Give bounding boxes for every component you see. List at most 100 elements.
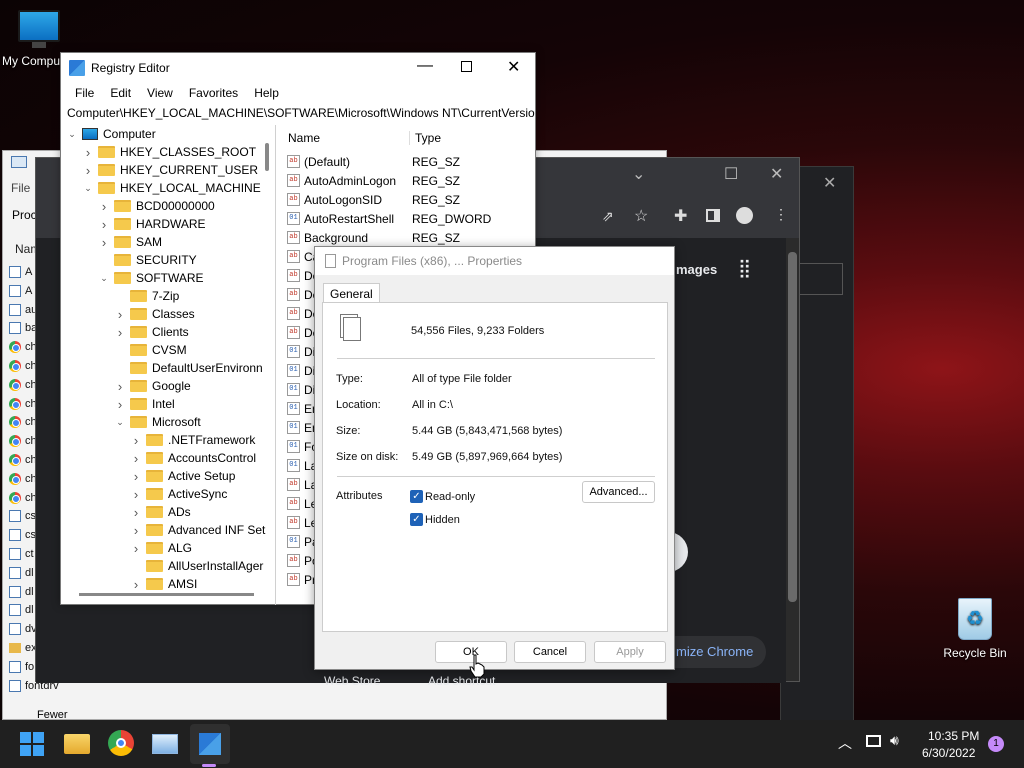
value-row[interactable]: 01 AutoRestartShell REG_DWORD xyxy=(287,209,491,228)
tree-node[interactable]: › SAM xyxy=(99,233,162,251)
chevron-right-icon[interactable]: › xyxy=(83,145,93,160)
web-store-shortcut[interactable]: Web Store xyxy=(324,674,380,688)
readonly-label[interactable]: Read-only xyxy=(425,491,475,503)
tree-scrollbar[interactable] xyxy=(262,125,274,595)
chevron-right-icon[interactable]: › xyxy=(83,163,93,178)
clock-date[interactable]: 6/30/2022 xyxy=(922,746,975,760)
images-link[interactable]: mages xyxy=(676,262,717,277)
chevron-right-icon[interactable]: › xyxy=(115,379,125,394)
chevron-up-icon[interactable]: ︿ xyxy=(838,733,852,753)
file-explorer-icon[interactable] xyxy=(64,734,90,754)
tree-node[interactable]: SECURITY xyxy=(99,251,197,269)
tree-node[interactable]: DefaultUserEnvironn xyxy=(115,359,263,377)
tree-node[interactable]: ⌄ HKEY_LOCAL_MACHINE xyxy=(83,179,261,197)
tree-node[interactable]: › Google xyxy=(115,377,191,395)
advanced-button[interactable]: Advanced... xyxy=(582,481,655,503)
chevron-right-icon[interactable]: › xyxy=(99,217,109,232)
menu-favorites[interactable]: Favorites xyxy=(181,86,246,100)
tree-node[interactable]: ⌄ Microsoft xyxy=(115,413,200,431)
close-icon[interactable]: ✕ xyxy=(770,164,783,184)
chevron-down-icon[interactable]: ⌄ xyxy=(115,417,125,428)
chevron-down-icon[interactable]: ⌄ xyxy=(67,129,77,140)
hidden-label[interactable]: Hidden xyxy=(425,514,460,526)
clock-time[interactable]: 10:35 PM xyxy=(928,729,979,743)
close-icon[interactable]: ✕ xyxy=(507,57,520,77)
value-row[interactable]: ab (Default) REG_SZ xyxy=(287,152,460,171)
network-icon[interactable] xyxy=(866,735,881,747)
tree-node[interactable]: › AMSI xyxy=(131,575,198,593)
bookmark-star-icon[interactable]: ☆ xyxy=(634,206,648,226)
chevron-down-icon[interactable]: ⌄ xyxy=(99,273,109,284)
properties-titlebar[interactable]: Program Files (x86), ... Properties xyxy=(315,247,674,275)
menu-file[interactable]: File xyxy=(11,181,30,195)
menu-edit[interactable]: Edit xyxy=(102,86,139,100)
value-row[interactable]: ab Background REG_SZ xyxy=(287,228,460,247)
chevron-right-icon[interactable]: › xyxy=(99,199,109,214)
tree-node[interactable]: › ActiveSync xyxy=(131,485,228,503)
tree-node[interactable]: ⌄ SOFTWARE xyxy=(99,269,203,287)
name-column-header[interactable]: Name xyxy=(288,131,320,145)
chevron-down-icon[interactable]: ⌄ xyxy=(83,183,93,194)
maximize-icon[interactable]: ☐ xyxy=(724,164,738,184)
chevron-right-icon[interactable]: › xyxy=(115,307,125,322)
extensions-icon[interactable]: ✚ xyxy=(674,206,687,226)
tree-node[interactable]: › .NETFramework xyxy=(131,431,256,449)
apps-grid-icon[interactable]: ⣿ xyxy=(738,258,751,279)
more-menu-icon[interactable]: ⋮ xyxy=(774,206,788,223)
chevron-right-icon[interactable]: › xyxy=(131,577,141,592)
chrome-icon[interactable] xyxy=(108,730,134,756)
chevron-right-icon[interactable]: › xyxy=(99,235,109,250)
address-bar[interactable]: Computer\HKEY_LOCAL_MACHINE\SOFTWARE\Mic… xyxy=(65,106,535,124)
tree-node[interactable]: 7-Zip xyxy=(115,287,179,305)
chevron-right-icon[interactable]: › xyxy=(115,325,125,340)
regedit-titlebar[interactable]: Registry Editor — ✕ xyxy=(61,53,535,83)
tree-node[interactable]: AllUserInstallAger xyxy=(131,557,263,575)
value-row[interactable]: ab AutoAdminLogon REG_SZ xyxy=(287,171,460,190)
chevron-right-icon[interactable]: › xyxy=(131,523,141,538)
hidden-checkbox[interactable]: ✓ xyxy=(410,513,423,526)
readonly-checkbox[interactable]: ✓ xyxy=(410,490,423,503)
minimize-icon[interactable]: — xyxy=(417,57,433,75)
share-icon[interactable]: ⇗ xyxy=(602,208,614,225)
menu-view[interactable]: View xyxy=(139,86,181,100)
apply-button[interactable]: Apply xyxy=(594,641,666,663)
task-manager-icon[interactable] xyxy=(152,734,178,754)
tree-h-scrollbar[interactable] xyxy=(79,593,254,596)
tree-node[interactable]: › BCD00000000 xyxy=(99,197,215,215)
tree-node[interactable]: ⌄ Computer xyxy=(67,125,155,143)
tree-node[interactable]: › Clients xyxy=(115,323,189,341)
cancel-button[interactable]: Cancel xyxy=(514,641,586,663)
chevron-right-icon[interactable]: › xyxy=(131,541,141,556)
tree-node[interactable]: › HKEY_CLASSES_ROOT xyxy=(83,143,256,161)
side-panel-icon[interactable] xyxy=(706,209,720,222)
chrome-scrollbar[interactable] xyxy=(786,238,799,681)
volume-icon[interactable]: 🔊︎ xyxy=(890,732,899,749)
chevron-right-icon[interactable]: › xyxy=(131,469,141,484)
menu-help[interactable]: Help xyxy=(246,86,287,100)
tree-node[interactable]: › Active Setup xyxy=(131,467,236,485)
tab-general[interactable]: General xyxy=(323,283,380,304)
menu-file[interactable]: File xyxy=(67,86,102,100)
profile-icon[interactable] xyxy=(736,207,753,224)
chevron-right-icon[interactable]: › xyxy=(115,397,125,412)
chevron-down-icon[interactable]: ⌄ xyxy=(632,164,645,184)
start-windows-icon[interactable] xyxy=(20,732,44,756)
tree-node[interactable]: › ADs xyxy=(131,503,191,521)
tree-node[interactable]: › HKEY_CURRENT_USER xyxy=(83,161,258,179)
tree-node[interactable]: › ALG xyxy=(131,539,192,557)
recycle-bin-desktop-icon[interactable]: ♻ Recycle Bin xyxy=(940,598,1010,660)
tree-node[interactable]: › Advanced INF Set xyxy=(131,521,266,539)
value-row[interactable]: ab AutoLogonSID REG_SZ xyxy=(287,190,460,209)
chevron-right-icon[interactable]: › xyxy=(131,433,141,448)
tree-node[interactable]: › Classes xyxy=(115,305,195,323)
chevron-right-icon[interactable]: › xyxy=(131,505,141,520)
chevron-right-icon[interactable]: › xyxy=(131,451,141,466)
close-icon[interactable]: ✕ xyxy=(823,173,836,193)
type-column-header[interactable]: Type xyxy=(409,131,441,145)
notification-badge[interactable]: 1 xyxy=(988,736,1004,752)
chevron-right-icon[interactable]: › xyxy=(131,487,141,502)
tree-node[interactable]: › Intel xyxy=(115,395,175,413)
tree-node[interactable]: › HARDWARE xyxy=(99,215,206,233)
tree-node[interactable]: › AccountsControl xyxy=(131,449,256,467)
maximize-icon[interactable] xyxy=(461,61,472,72)
